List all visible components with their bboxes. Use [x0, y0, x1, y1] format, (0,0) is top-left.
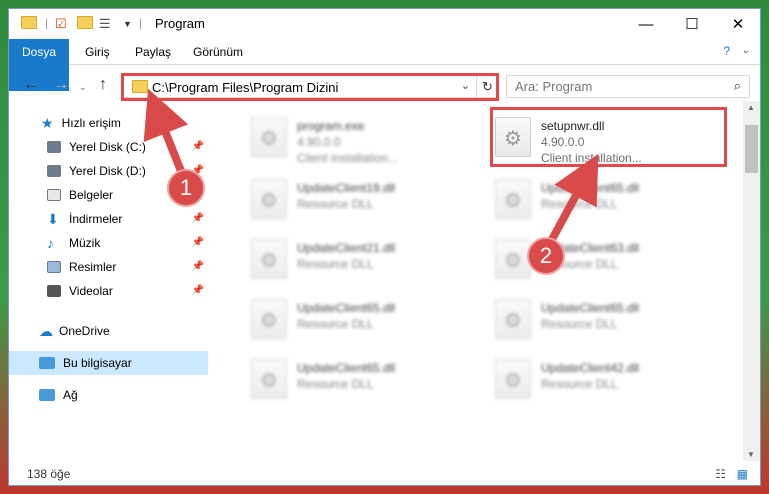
step-badge-1: 1 [167, 169, 205, 207]
scroll-down-icon[interactable]: ▼ [747, 450, 755, 459]
details-view-icon[interactable]: ☷ [715, 467, 726, 481]
arrow-2 [545, 153, 599, 247]
annotation-arrows [143, 88, 599, 247]
vertical-scrollbar[interactable]: ▲ ▼ [743, 101, 760, 461]
explorer-window: | ☑ ☰ ▼ | Program — ☐ ✕ Dosya Giriş Payl… [8, 8, 761, 486]
tiles-view-icon[interactable]: ▦ [737, 467, 748, 481]
scrollbar-thumb[interactable] [745, 125, 758, 173]
scroll-up-icon[interactable]: ▲ [747, 103, 755, 112]
item-count: 138 öğe [27, 467, 71, 481]
status-bar: 138 öğe ☷ ▦ [9, 463, 760, 485]
step-badge-2: 2 [527, 237, 565, 275]
arrow-1 [143, 88, 189, 173]
